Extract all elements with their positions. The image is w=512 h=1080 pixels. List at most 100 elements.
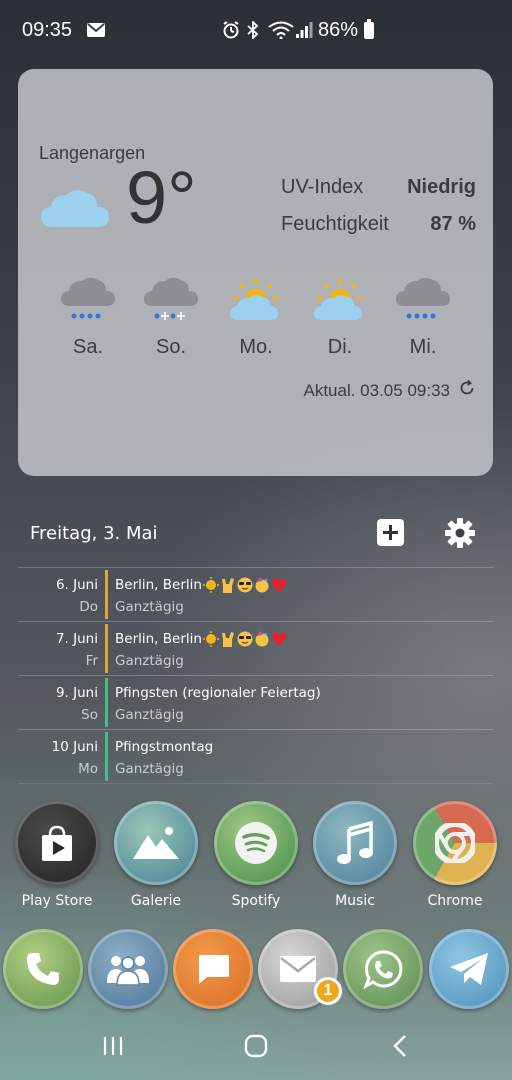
refresh-icon[interactable] — [458, 379, 476, 402]
event-subtitle: Ganztägig — [115, 599, 184, 615]
heart-emoji-icon — [271, 577, 287, 593]
event-date: 9. Juni — [55, 685, 98, 701]
sunglasses-emoji-icon — [237, 577, 253, 593]
app-play-store[interactable]: Play Store — [15, 801, 99, 909]
snow-rain-cloud-icon — [129, 274, 213, 326]
emoji-group — [202, 631, 288, 647]
app-label: Galerie — [130, 893, 182, 909]
uv-index-value: Niedrig — [407, 176, 476, 198]
signal-icon — [295, 21, 313, 44]
event-title-row: Berlin, Berlin — [115, 631, 288, 647]
app-spotify[interactable]: Spotify — [214, 801, 298, 909]
app-label: Chrome — [427, 893, 483, 909]
app-label: Spotify — [231, 893, 281, 909]
sunglasses-emoji-icon — [237, 631, 253, 647]
music-icon[interactable] — [313, 801, 397, 885]
event-subtitle: Ganztägig — [115, 707, 184, 723]
calendar-date: Freitag, 3. Mai — [30, 523, 158, 544]
forecast-day: Di. — [298, 274, 382, 359]
spotify-icon[interactable] — [214, 801, 298, 885]
bluetooth-icon — [246, 19, 260, 44]
calendar-event[interactable]: 10 Juni Mo Pfingstmontag Ganztägig — [18, 729, 493, 784]
forecast-day-label: Sa. — [72, 336, 104, 358]
chrome-icon[interactable] — [413, 801, 497, 885]
status-bar: 09:35 86% — [0, 0, 512, 64]
event-weekday: Mo — [78, 761, 98, 777]
forecast-day: Mi. — [381, 274, 465, 359]
dock-contacts[interactable] — [88, 929, 168, 1009]
gear-icon[interactable] — [444, 517, 476, 554]
partly-sunny-icon — [298, 274, 382, 326]
forecast-day-label: So. — [155, 336, 187, 358]
wifi-icon — [268, 21, 294, 44]
event-date: 7. Juni — [55, 631, 98, 647]
app-label: Play Store — [21, 893, 93, 909]
event-title: Pfingsten (regionaler Feiertag) — [115, 685, 321, 701]
event-weekday: Do — [79, 599, 98, 615]
unread-badge: 1 — [314, 977, 342, 1005]
event-date: 6. Juni — [55, 577, 98, 593]
email-notification-icon — [87, 23, 105, 37]
calendar-event[interactable]: 6. Juni Do Berlin, Berlin Ganztägig — [18, 567, 493, 621]
cloud-icon — [39, 187, 111, 234]
app-galerie[interactable]: Galerie — [114, 801, 198, 909]
sun-emoji-icon — [202, 577, 219, 593]
alarm-icon — [222, 21, 240, 44]
navigation-bar — [0, 1015, 512, 1080]
add-event-button[interactable] — [377, 519, 404, 546]
battery-percent: 86% — [318, 19, 359, 41]
rain-cloud-icon — [46, 274, 130, 326]
forecast-day-label: Mi. — [409, 336, 437, 358]
event-subtitle: Ganztägig — [115, 653, 184, 669]
weather-widget[interactable]: Langenargen 9° UV-Index Niedrig Feuchtig… — [18, 69, 493, 476]
app-chrome[interactable]: Chrome — [413, 801, 497, 909]
app-music[interactable]: Music — [313, 801, 397, 909]
event-title: Berlin, Berlin — [115, 631, 202, 647]
uv-index-label: UV-Index — [281, 176, 364, 198]
humidity-value: 87 % — [430, 213, 476, 235]
telegram-icon[interactable] — [429, 929, 509, 1009]
emoji-group — [202, 577, 288, 593]
forecast-day-label: Mo. — [239, 336, 273, 358]
calendar-event-list: 6. Juni Do Berlin, Berlin Ganztägig 7. J… — [18, 567, 493, 784]
party-emoji-icon — [254, 631, 270, 647]
dock-whatsapp[interactable] — [343, 929, 423, 1009]
event-color-bar — [105, 732, 108, 781]
rain-cloud-icon — [381, 274, 465, 326]
forecast-day: Mo. — [214, 274, 298, 359]
email-icon[interactable]: 1 — [258, 929, 342, 1009]
dock-email[interactable]: 1 — [258, 929, 342, 1009]
dock-telegram[interactable] — [429, 929, 509, 1009]
contacts-icon[interactable] — [88, 929, 168, 1009]
home-button[interactable] — [243, 1033, 269, 1059]
event-title: Berlin, Berlin — [115, 577, 202, 593]
messages-icon[interactable] — [173, 929, 253, 1009]
dock-messages[interactable] — [173, 929, 253, 1009]
weather-updated[interactable]: Aktual. 03.05 09:33 — [303, 379, 476, 402]
humidity-label: Feuchtigkeit — [281, 213, 389, 235]
event-color-bar — [105, 570, 108, 619]
dock-phone[interactable] — [3, 929, 83, 1009]
partly-sunny-icon — [214, 274, 298, 326]
forecast-day: So. — [129, 274, 213, 359]
recents-button[interactable] — [100, 1033, 126, 1059]
rock-hand-emoji-icon — [220, 577, 236, 593]
app-label: Music — [335, 893, 375, 909]
forecast-day: Sa. — [46, 274, 130, 359]
heart-emoji-icon — [271, 631, 287, 647]
whatsapp-icon[interactable] — [343, 929, 423, 1009]
back-button[interactable] — [388, 1033, 414, 1059]
gallery-icon[interactable] — [114, 801, 198, 885]
calendar-event[interactable]: 9. Juni So Pfingsten (regionaler Feierta… — [18, 675, 493, 729]
weather-updated-text: Aktual. 03.05 09:33 — [303, 380, 450, 400]
calendar-event[interactable]: 7. Juni Fr Berlin, Berlin Ganztägig — [18, 621, 493, 675]
event-subtitle: Ganztägig — [115, 761, 184, 777]
event-title-row: Berlin, Berlin — [115, 577, 288, 593]
weather-temperature: 9° — [126, 156, 197, 239]
play-store-icon[interactable] — [15, 801, 99, 885]
event-weekday: Fr — [85, 653, 98, 669]
rock-hand-emoji-icon — [220, 631, 236, 647]
event-color-bar — [105, 678, 108, 727]
status-time: 09:35 — [22, 19, 73, 41]
phone-icon[interactable] — [3, 929, 83, 1009]
